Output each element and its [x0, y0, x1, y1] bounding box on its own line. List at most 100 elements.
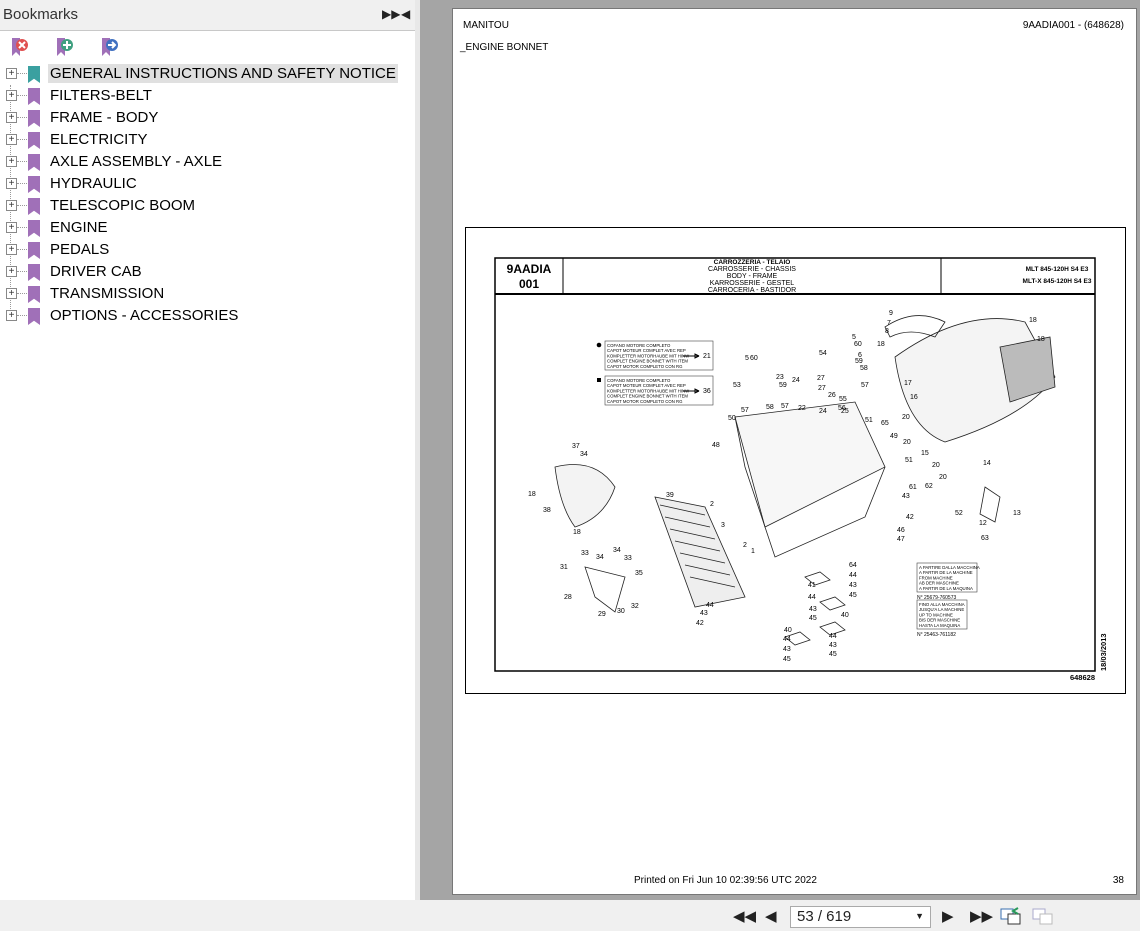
part-callout: 30: [617, 608, 625, 615]
part-callout: 58: [860, 365, 868, 372]
tree-connector: [17, 293, 27, 294]
expand-icon[interactable]: +: [6, 134, 17, 145]
part-callout: 2: [743, 542, 747, 549]
bookmarks-title: Bookmarks: [3, 6, 79, 23]
bookmark-item[interactable]: + AXLE ASSEMBLY - AXLE: [0, 151, 415, 173]
bookmark-label: FRAME - BODY: [50, 109, 159, 126]
part-callout: 18: [1037, 336, 1045, 343]
note-reference: 36: [703, 388, 711, 395]
tree-connector: [17, 271, 27, 272]
model-2: MLT-X 845-120H S4 E3: [1023, 278, 1092, 285]
bookmark-item[interactable]: + FRAME - BODY: [0, 107, 415, 129]
tree-connector: [17, 117, 27, 118]
part-callout: 8: [885, 328, 889, 335]
tree-connector: [17, 205, 27, 206]
bookmark-item[interactable]: + OPTIONS - ACCESSORIES: [0, 305, 415, 327]
expand-icon[interactable]: +: [6, 68, 17, 79]
page-selector[interactable]: 53 / 619 ▼: [790, 906, 931, 928]
next-page-button[interactable]: ▶: [942, 907, 954, 925]
parts-drawing: 9AADIA 001 CARROZZERIA - TELAIOCARROSSER…: [465, 227, 1126, 694]
part-callout: 47: [897, 536, 905, 543]
bookmark-icon: [28, 242, 40, 259]
document-view: MANITOU 9AADIA001 - (648628) _ENGINE BON…: [420, 0, 1140, 900]
expand-icon[interactable]: +: [6, 156, 17, 167]
bookmark-label: ELECTRICITY: [50, 131, 148, 148]
part-callout: 64: [849, 562, 857, 569]
part-callout: 58: [766, 404, 774, 411]
bookmark-icon: [28, 264, 40, 281]
bookmark-item[interactable]: + TELESCOPIC BOOM: [0, 195, 415, 217]
note-line: A PARTIR DE LA MAQUINA: [919, 586, 973, 591]
go-forward-view-icon[interactable]: [1032, 906, 1054, 926]
brand-text: MANITOU: [463, 20, 509, 31]
part-callout: 44: [849, 572, 857, 579]
expand-icon[interactable]: +: [6, 288, 17, 299]
part-callout: 37: [572, 443, 580, 450]
part-callout: 24: [819, 408, 827, 415]
expand-icon[interactable]: +: [6, 222, 17, 233]
bookmark-item[interactable]: + HYDRAULIC: [0, 173, 415, 195]
part-callout: 20: [939, 474, 947, 481]
bookmark-label: GENERAL INSTRUCTIONS AND SAFETY NOTICE: [48, 64, 398, 83]
part-callout: 33: [581, 550, 589, 557]
part-callout: 55: [839, 396, 847, 403]
part-callout: 14: [983, 460, 991, 467]
part-callout: 57: [741, 407, 749, 414]
tree-connector: [17, 95, 27, 96]
part-callout: 17: [904, 380, 912, 387]
tree-connector: [17, 183, 27, 184]
part-callout: 5: [852, 334, 856, 341]
section-title: _ENGINE BONNET: [460, 42, 549, 53]
part-callout: 43: [700, 610, 708, 617]
drawing-number: 648628: [1070, 673, 1095, 682]
part-callout: 60: [750, 355, 758, 362]
part-callout: 22: [798, 405, 806, 412]
first-page-button[interactable]: ◀◀: [733, 907, 756, 925]
last-page-button[interactable]: ▶▶: [970, 907, 993, 925]
expand-icon[interactable]: +: [6, 200, 17, 211]
bookmark-label: DRIVER CAB: [50, 263, 142, 280]
drawing-title-line: BODY - FRAME: [727, 273, 778, 280]
expand-icon[interactable]: +: [6, 112, 17, 123]
expand-icon[interactable]: +: [6, 244, 17, 255]
delete-bookmark-icon[interactable]: [10, 37, 30, 57]
bookmark-label: HYDRAULIC: [50, 175, 137, 192]
previous-page-button[interactable]: ◀: [765, 907, 777, 925]
expand-panel-icon[interactable]: ▶▶: [382, 7, 400, 21]
bookmark-label: OPTIONS - ACCESSORIES: [50, 307, 239, 324]
bookmark-item[interactable]: + PEDALS: [0, 239, 415, 261]
bookmark-item[interactable]: + TRANSMISSION: [0, 283, 415, 305]
drawing-title-line: CARROCERIA - BASTIDOR: [708, 287, 796, 294]
collapse-panel-icon[interactable]: ◀: [401, 7, 410, 21]
part-callout: 51: [865, 417, 873, 424]
part-callout: 48: [712, 442, 720, 449]
part-callout: 62: [925, 483, 933, 490]
bookmark-item[interactable]: + FILTERS-BELT: [0, 85, 415, 107]
bookmark-icon: [28, 286, 40, 303]
part-callout: 44: [706, 602, 714, 609]
expand-icon[interactable]: +: [6, 90, 17, 101]
part-callout: 38: [543, 507, 551, 514]
bookmark-label: ENGINE: [50, 219, 108, 236]
go-to-bookmark-icon[interactable]: [100, 37, 120, 57]
note-line: CAPOT MOTOR COMPLETO CON RG: [607, 364, 683, 369]
part-callout: 28: [564, 594, 572, 601]
part-callout: 59: [779, 382, 787, 389]
go-back-view-icon[interactable]: [1000, 906, 1022, 926]
bookmark-item[interactable]: + GENERAL INSTRUCTIONS AND SAFETY NOTICE: [0, 63, 415, 85]
expand-icon[interactable]: +: [6, 310, 17, 321]
bookmark-item[interactable]: + ELECTRICITY: [0, 129, 415, 151]
part-callout: 44: [783, 636, 791, 643]
bookmark-item[interactable]: + DRIVER CAB: [0, 261, 415, 283]
part-callout: 46: [897, 527, 905, 534]
add-bookmark-icon[interactable]: [55, 37, 75, 57]
expand-icon[interactable]: +: [6, 178, 17, 189]
expand-icon[interactable]: +: [6, 266, 17, 277]
part-callout: 59: [855, 358, 863, 365]
bookmark-item[interactable]: + ENGINE: [0, 217, 415, 239]
part-callout: 18: [1029, 317, 1037, 324]
pdf-page: MANITOU 9AADIA001 - (648628) _ENGINE BON…: [452, 8, 1137, 895]
part-callout: 45: [809, 615, 817, 622]
part-callout: 7: [887, 320, 891, 327]
part-callout: 43: [829, 642, 837, 649]
